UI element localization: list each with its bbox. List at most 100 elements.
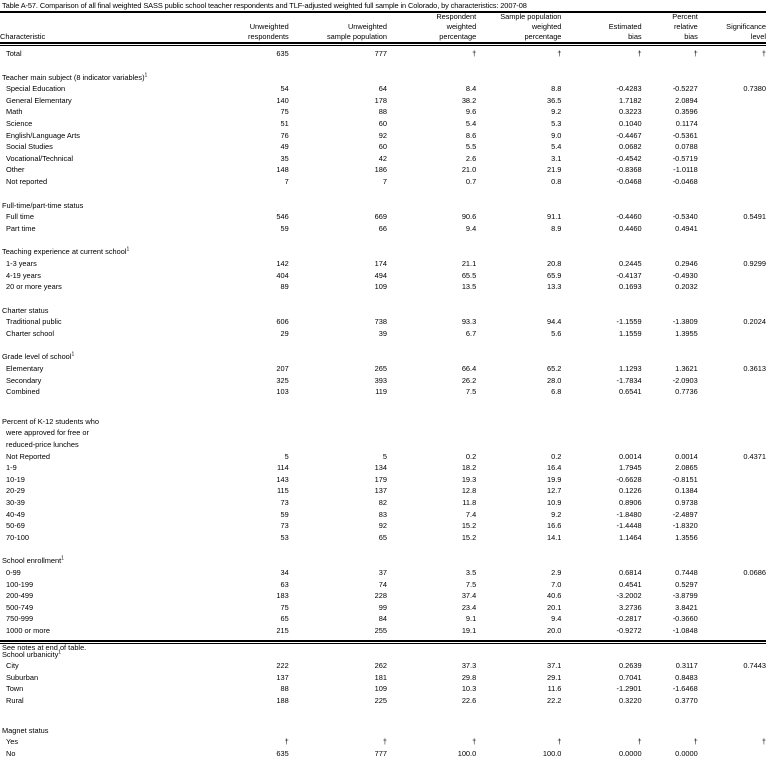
cell-value: 75: [280, 602, 289, 612]
cell-value: †: [284, 737, 289, 747]
cell-value: 21.0: [461, 165, 477, 175]
cell-value: 222: [276, 661, 289, 671]
cell-value: 0.4371: [743, 451, 766, 461]
cell-value: 60: [378, 142, 387, 152]
row-label: 50-69: [6, 521, 25, 531]
column-header: respondents: [248, 32, 289, 41]
row-label: No: [6, 748, 16, 758]
cell-value: -0.2817: [616, 614, 642, 624]
cell-value: 37.3: [461, 661, 477, 671]
row-label: Yes: [6, 737, 19, 747]
cell-value: 93.3: [461, 317, 477, 327]
cell-value: 14.1: [547, 532, 562, 542]
table-row: Special Education 54 64 8.4 8.8 -0.4283 -0.522…: [0, 83, 766, 95]
cell-value: 137: [374, 486, 387, 496]
cell-value: -1.0848: [672, 625, 698, 635]
cell-value: 262: [374, 661, 387, 671]
table-row: Math 75 88 9.6 9.2 0.3223 0.3596: [0, 106, 766, 118]
cell-value: [698, 602, 766, 614]
cell-value: 255: [374, 625, 387, 635]
cell-value: -0.4542: [616, 153, 642, 163]
cell-value: 0.2: [465, 451, 477, 461]
cell-value: 738: [374, 317, 387, 327]
cell-value: 215: [276, 625, 289, 635]
cell-value: 65.9: [547, 270, 562, 280]
cell-value: 13.5: [461, 282, 477, 292]
row-label: Elementary: [6, 364, 44, 374]
row-label: Part time: [6, 223, 36, 233]
row-label: English/Language Arts: [6, 130, 80, 140]
cell-value: 635: [276, 748, 289, 758]
cell-value: 42: [378, 153, 387, 163]
cell-value: 9.6: [465, 107, 477, 117]
section-heading: Full-time/part-time status: [0, 200, 766, 212]
row-label: Suburban: [6, 672, 39, 682]
cell-value: [698, 613, 766, 625]
row-label: 4-19 years: [6, 270, 41, 280]
column-header: level: [750, 32, 766, 41]
cell-value: 34: [280, 567, 289, 577]
table-row: Science 51 60 5.4 5.3 0.1040 0.1174: [0, 118, 766, 130]
cell-value: 142: [276, 258, 289, 268]
table-row: 70-100 53 65 15.2 14.1 1.1464 1.3556: [0, 532, 766, 544]
cell-value: [698, 485, 766, 497]
cell-value: [698, 579, 766, 591]
cell-value: 99: [378, 602, 387, 612]
column-header: Respondent: [436, 12, 477, 21]
cell-value: 188: [276, 695, 289, 705]
section-title: Charter status: [2, 305, 49, 315]
cell-value: 37.4: [461, 591, 477, 601]
cell-value: 3.1: [551, 153, 562, 163]
table-row: English/Language Arts 76 92 8.6 9.0 -0.4467 -0…: [0, 130, 766, 142]
cell-value: 92: [378, 521, 387, 531]
cell-value: 15.2: [461, 521, 477, 531]
cell-value: 777: [374, 49, 387, 58]
cell-value: [698, 328, 766, 340]
cell-value: 11.8: [462, 498, 477, 507]
cell-value: 9.0: [551, 130, 562, 140]
table-row: 4-19 years 404 494 65.5 65.9 -0.4137 -0.4930: [0, 270, 766, 282]
column-header: [0, 12, 201, 22]
row-label: Not Reported: [6, 451, 50, 461]
cell-value: 76: [280, 130, 289, 140]
column-header: relative: [673, 22, 698, 31]
cell-value: -0.4460: [616, 212, 642, 222]
cell-value: †: [761, 737, 766, 747]
cell-value: [698, 118, 766, 130]
cell-value: 546: [276, 212, 289, 222]
cell-value: -0.6628: [616, 474, 642, 484]
cell-value: 37: [378, 567, 387, 577]
cell-value: †: [472, 49, 477, 58]
cell-value: 3.5: [465, 567, 477, 577]
cell-value: 114: [276, 463, 289, 473]
footnote-marker: 1: [61, 555, 64, 562]
cell-value: †: [557, 737, 562, 747]
cell-value: [698, 672, 766, 684]
cell-value: [698, 683, 766, 695]
row-label: Charter school: [6, 328, 55, 338]
row-label: 1-9: [6, 463, 17, 473]
cell-value: 54: [280, 84, 289, 94]
cell-value: †: [693, 737, 698, 747]
cell-value: 0.9738: [675, 498, 698, 507]
cell-value: 39: [378, 328, 387, 338]
cell-value: 7.4: [465, 509, 477, 519]
row-label: 40-49: [6, 509, 25, 519]
cell-value: 60: [378, 118, 387, 128]
cell-value: 265: [374, 364, 387, 374]
cell-value: 7: [284, 176, 289, 186]
table-row: 200-499 183 228 37.4 40.6 -3.2002 -3.8799: [0, 590, 766, 602]
cell-value: 0.6541: [619, 387, 642, 397]
cell-value: [698, 270, 766, 282]
cell-value: 0.3220: [619, 695, 642, 705]
cell-value: -1.2901: [616, 684, 642, 694]
cell-value: -0.5227: [672, 84, 698, 94]
column-header: Characteristic: [0, 32, 46, 41]
row-label: Secondary: [6, 375, 42, 385]
cell-value: 0.7380: [743, 84, 766, 94]
column-header: Sample population: [500, 12, 562, 21]
column-header: [561, 12, 641, 22]
cell-value: 325: [276, 375, 289, 385]
row-label: Not reported: [6, 176, 48, 186]
cell-value: 0.3596: [675, 107, 698, 117]
